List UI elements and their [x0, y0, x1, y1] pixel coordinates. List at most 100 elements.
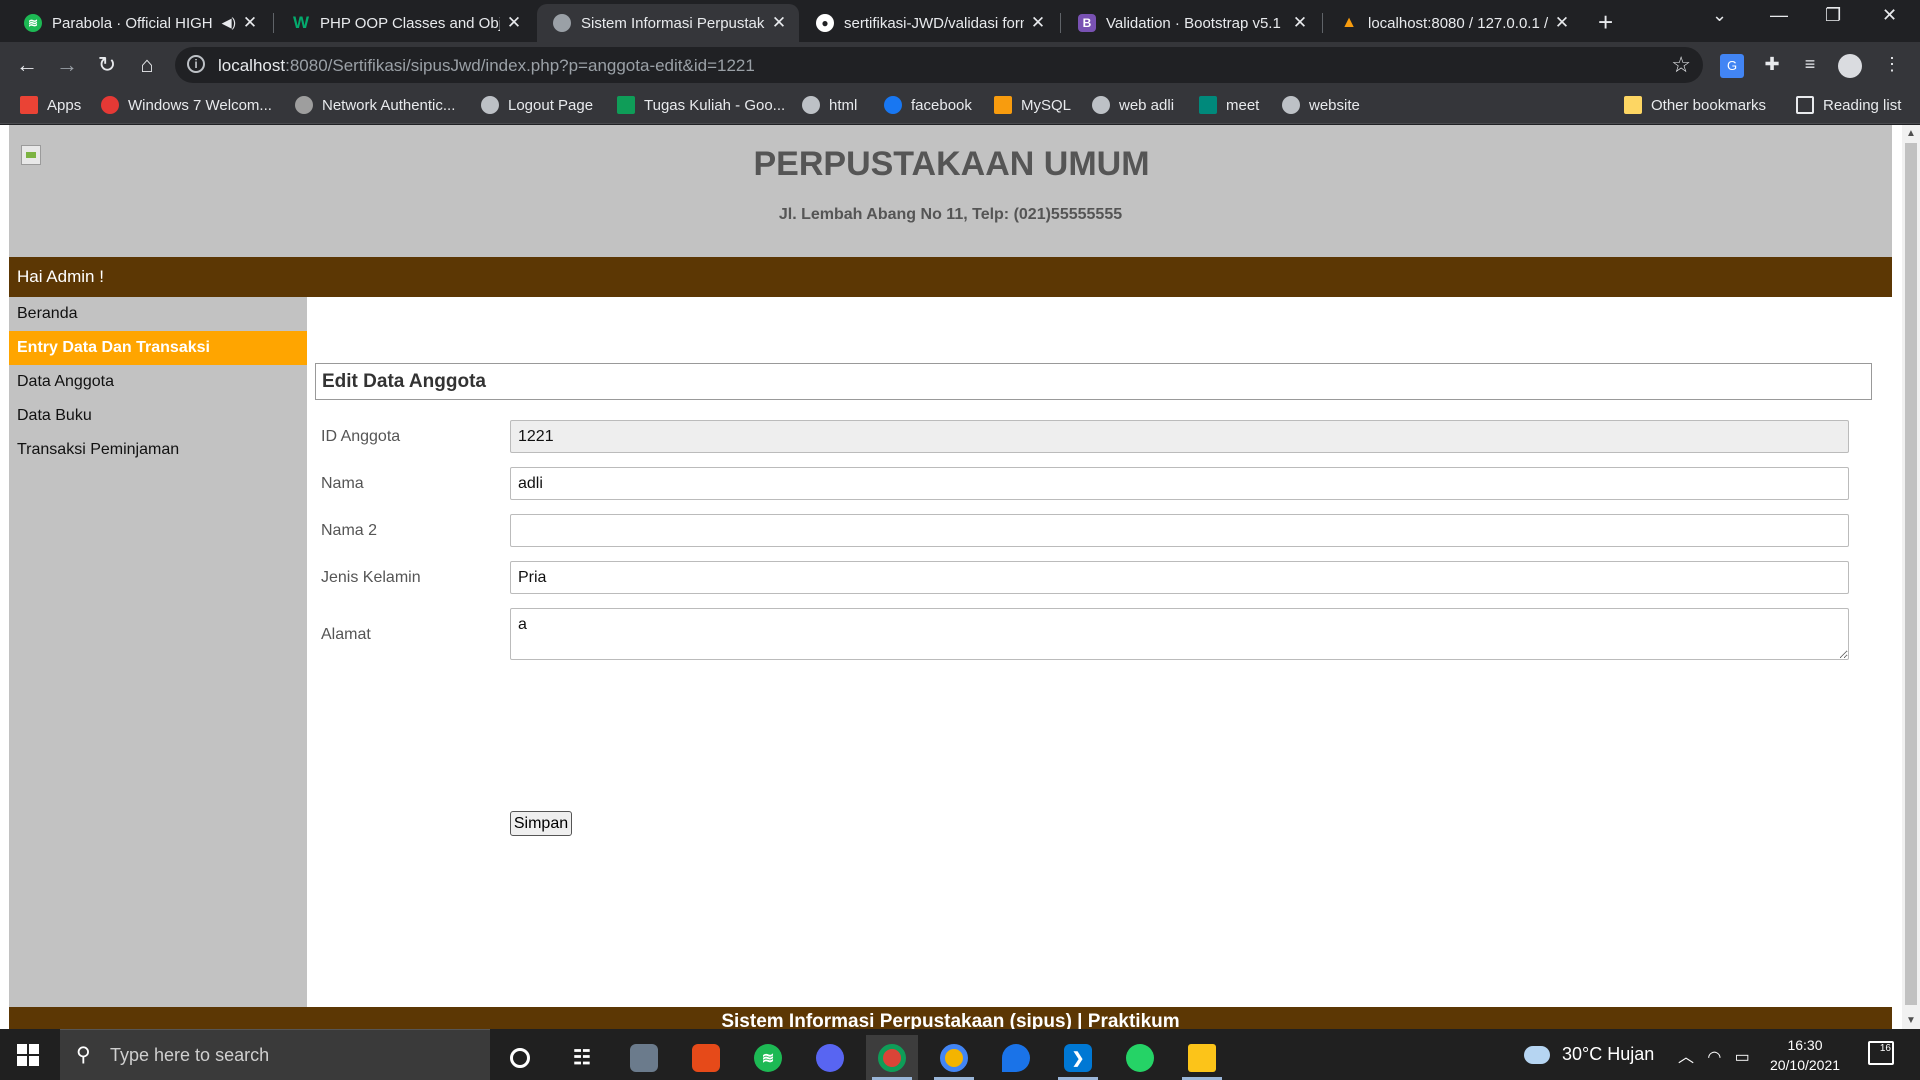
- alamat-textarea[interactable]: a: [510, 608, 1849, 660]
- minimize-icon[interactable]: —: [1770, 5, 1788, 26]
- globe-icon: [1282, 96, 1300, 114]
- site-title: PERPUSTAKAAN UMUM: [753, 145, 1150, 183]
- sidebar-item-entry-data[interactable]: Entry Data Dan Transaksi: [9, 331, 307, 365]
- new-tab-icon[interactable]: +: [1598, 7, 1613, 38]
- extensions-icon[interactable]: ✚: [1760, 54, 1784, 78]
- nama-field[interactable]: [510, 467, 1849, 500]
- translate-icon[interactable]: G: [1720, 54, 1744, 78]
- close-tab-icon[interactable]: ✕: [771, 13, 787, 33]
- tab-separator: [1060, 13, 1061, 33]
- weather-widget[interactable]: 30°C Hujan: [1524, 1044, 1654, 1065]
- sidebar-item-transaksi[interactable]: Transaksi Peminjaman: [9, 433, 307, 467]
- close-tab-icon[interactable]: ✕: [506, 13, 522, 33]
- browser-tab-sipus[interactable]: Sistem Informasi Perpustaka ✕: [537, 4, 799, 42]
- whatsapp-icon[interactable]: [1114, 1035, 1166, 1080]
- task-view-icon[interactable]: ☷: [556, 1035, 608, 1080]
- discord-icon[interactable]: [804, 1035, 856, 1080]
- photos-icon[interactable]: [618, 1035, 670, 1080]
- search-icon: ⚲: [76, 1044, 91, 1066]
- browser-tab-github[interactable]: ● sertifikasi-JWD/validasi form ✕: [800, 4, 1058, 42]
- address-bar[interactable]: i localhost:8080/Sertifikasi/sipusJwd/in…: [175, 47, 1703, 83]
- facebook-icon: [884, 96, 902, 114]
- nama2-field[interactable]: [510, 514, 1849, 547]
- bookmark-network-auth[interactable]: Network Authentic...: [295, 96, 455, 114]
- globe-icon: [553, 14, 571, 32]
- bookmark-tugas-kuliah[interactable]: Tugas Kuliah - Goo...: [617, 96, 785, 114]
- bookmark-mysql[interactable]: MySQL: [994, 96, 1071, 114]
- back-icon[interactable]: ←: [14, 52, 40, 78]
- menu-kebab-icon[interactable]: ⋮: [1880, 54, 1904, 78]
- vscode-icon[interactable]: ❯: [1052, 1035, 1104, 1080]
- spotify-icon[interactable]: ≋: [742, 1035, 794, 1080]
- bookmarks-bar: Apps Windows 7 Welcom... Network Authent…: [0, 88, 1920, 124]
- scroll-up-icon[interactable]: ▲: [1906, 128, 1916, 139]
- phpmyadmin-icon: [994, 96, 1012, 114]
- sidebar-item-data-buku[interactable]: Data Buku: [9, 399, 307, 433]
- home-icon[interactable]: ⌂: [134, 52, 160, 78]
- reading-list-icon: [1796, 96, 1814, 114]
- browser-tab-phpmyadmin[interactable]: ▲ localhost:8080 / 127.0.0.1 / ✕: [1324, 4, 1582, 42]
- scroll-down-icon[interactable]: ▼: [1906, 1015, 1916, 1026]
- w3schools-icon: W: [292, 13, 310, 32]
- chrome-profile-icon[interactable]: [928, 1035, 980, 1080]
- close-tab-icon[interactable]: ✕: [1030, 13, 1046, 33]
- spotify-icon: ≋: [24, 14, 42, 32]
- clock-time: 16:30: [1787, 1037, 1823, 1053]
- bookmark-apps[interactable]: Apps: [20, 96, 81, 114]
- restore-icon[interactable]: ❐: [1825, 5, 1841, 26]
- profile-avatar[interactable]: [1838, 54, 1862, 78]
- chevron-up-icon[interactable]: ︿: [1678, 1049, 1694, 1066]
- reload-icon[interactable]: ↻: [94, 52, 120, 78]
- system-clock[interactable]: 16:30 20/10/2021: [1760, 1035, 1850, 1075]
- sidebar-item-data-anggota[interactable]: Data Anggota: [9, 365, 307, 399]
- bookmark-logout[interactable]: Logout Page: [481, 96, 593, 114]
- scrollbar-thumb[interactable]: [1905, 143, 1917, 1005]
- nama2-label: Nama 2: [321, 522, 378, 539]
- notification-center-icon[interactable]: 16: [1868, 1041, 1894, 1065]
- close-tab-icon[interactable]: ✕: [1554, 13, 1570, 33]
- id-anggota-field[interactable]: [510, 420, 1849, 453]
- close-tab-icon[interactable]: ✕: [242, 13, 258, 33]
- browser-tab-bootstrap[interactable]: B Validation · Bootstrap v5.1 ✕: [1062, 4, 1320, 42]
- simpan-button[interactable]: Simpan: [510, 811, 572, 836]
- taskbar-search[interactable]: ⚲ Type here to search: [60, 1029, 490, 1080]
- reading-list[interactable]: Reading list: [1796, 96, 1901, 114]
- system-tray[interactable]: ︿ ◠ ▭: [1678, 1043, 1750, 1067]
- bookmark-meet[interactable]: meet: [1199, 96, 1259, 114]
- media-control-icon[interactable]: ≡: [1798, 54, 1822, 78]
- cloud-rain-icon: [1524, 1045, 1550, 1064]
- tab-search-icon[interactable]: ⌄: [1712, 5, 1727, 26]
- bookmark-facebook[interactable]: facebook: [884, 96, 972, 114]
- close-tab-icon[interactable]: ✕: [1292, 13, 1308, 33]
- cortana-icon[interactable]: [494, 1035, 546, 1080]
- meet-icon: [1199, 96, 1217, 114]
- page-scrollbar[interactable]: ▲ ▼: [1902, 125, 1920, 1029]
- wifi-icon[interactable]: ◠: [1707, 1049, 1721, 1066]
- forward-icon[interactable]: →: [54, 52, 80, 78]
- browser-tab-spotify[interactable]: ≋ Parabola · Official HIGH ◀) ✕: [8, 4, 270, 42]
- bookmark-website[interactable]: website: [1282, 96, 1360, 114]
- sidebar-item-beranda[interactable]: Beranda: [9, 297, 307, 331]
- bookmark-windows7[interactable]: Windows 7 Welcom...: [101, 96, 272, 114]
- chrome-icon[interactable]: [866, 1035, 918, 1080]
- jenis-kelamin-field[interactable]: [510, 561, 1849, 594]
- office-icon[interactable]: [680, 1035, 732, 1080]
- alamat-label: Alamat: [321, 626, 371, 643]
- speaker-icon[interactable]: ◀): [222, 15, 236, 31]
- bookmark-web-adli[interactable]: web adli: [1092, 96, 1174, 114]
- bootstrap-icon: B: [1078, 14, 1096, 32]
- close-window-icon[interactable]: ✕: [1882, 5, 1897, 26]
- bookmark-star-icon[interactable]: ☆: [1671, 52, 1691, 78]
- windows-start-icon[interactable]: [17, 1044, 39, 1066]
- battery-icon[interactable]: ▭: [1735, 1049, 1750, 1066]
- maps-icon[interactable]: [990, 1035, 1042, 1080]
- notification-count: 16: [1879, 1043, 1891, 1054]
- id-anggota-label: ID Anggota: [321, 428, 401, 445]
- other-bookmarks[interactable]: Other bookmarks: [1624, 96, 1766, 114]
- bookmark-html[interactable]: html: [802, 96, 857, 114]
- site-info-icon[interactable]: i: [187, 55, 205, 73]
- wifi-icon: [101, 96, 119, 114]
- file-explorer-icon[interactable]: [1176, 1035, 1228, 1080]
- greeting-bar: Hai Admin !: [9, 257, 1892, 297]
- browser-tab-w3schools[interactable]: W PHP OOP Classes and Objec ✕: [276, 4, 534, 42]
